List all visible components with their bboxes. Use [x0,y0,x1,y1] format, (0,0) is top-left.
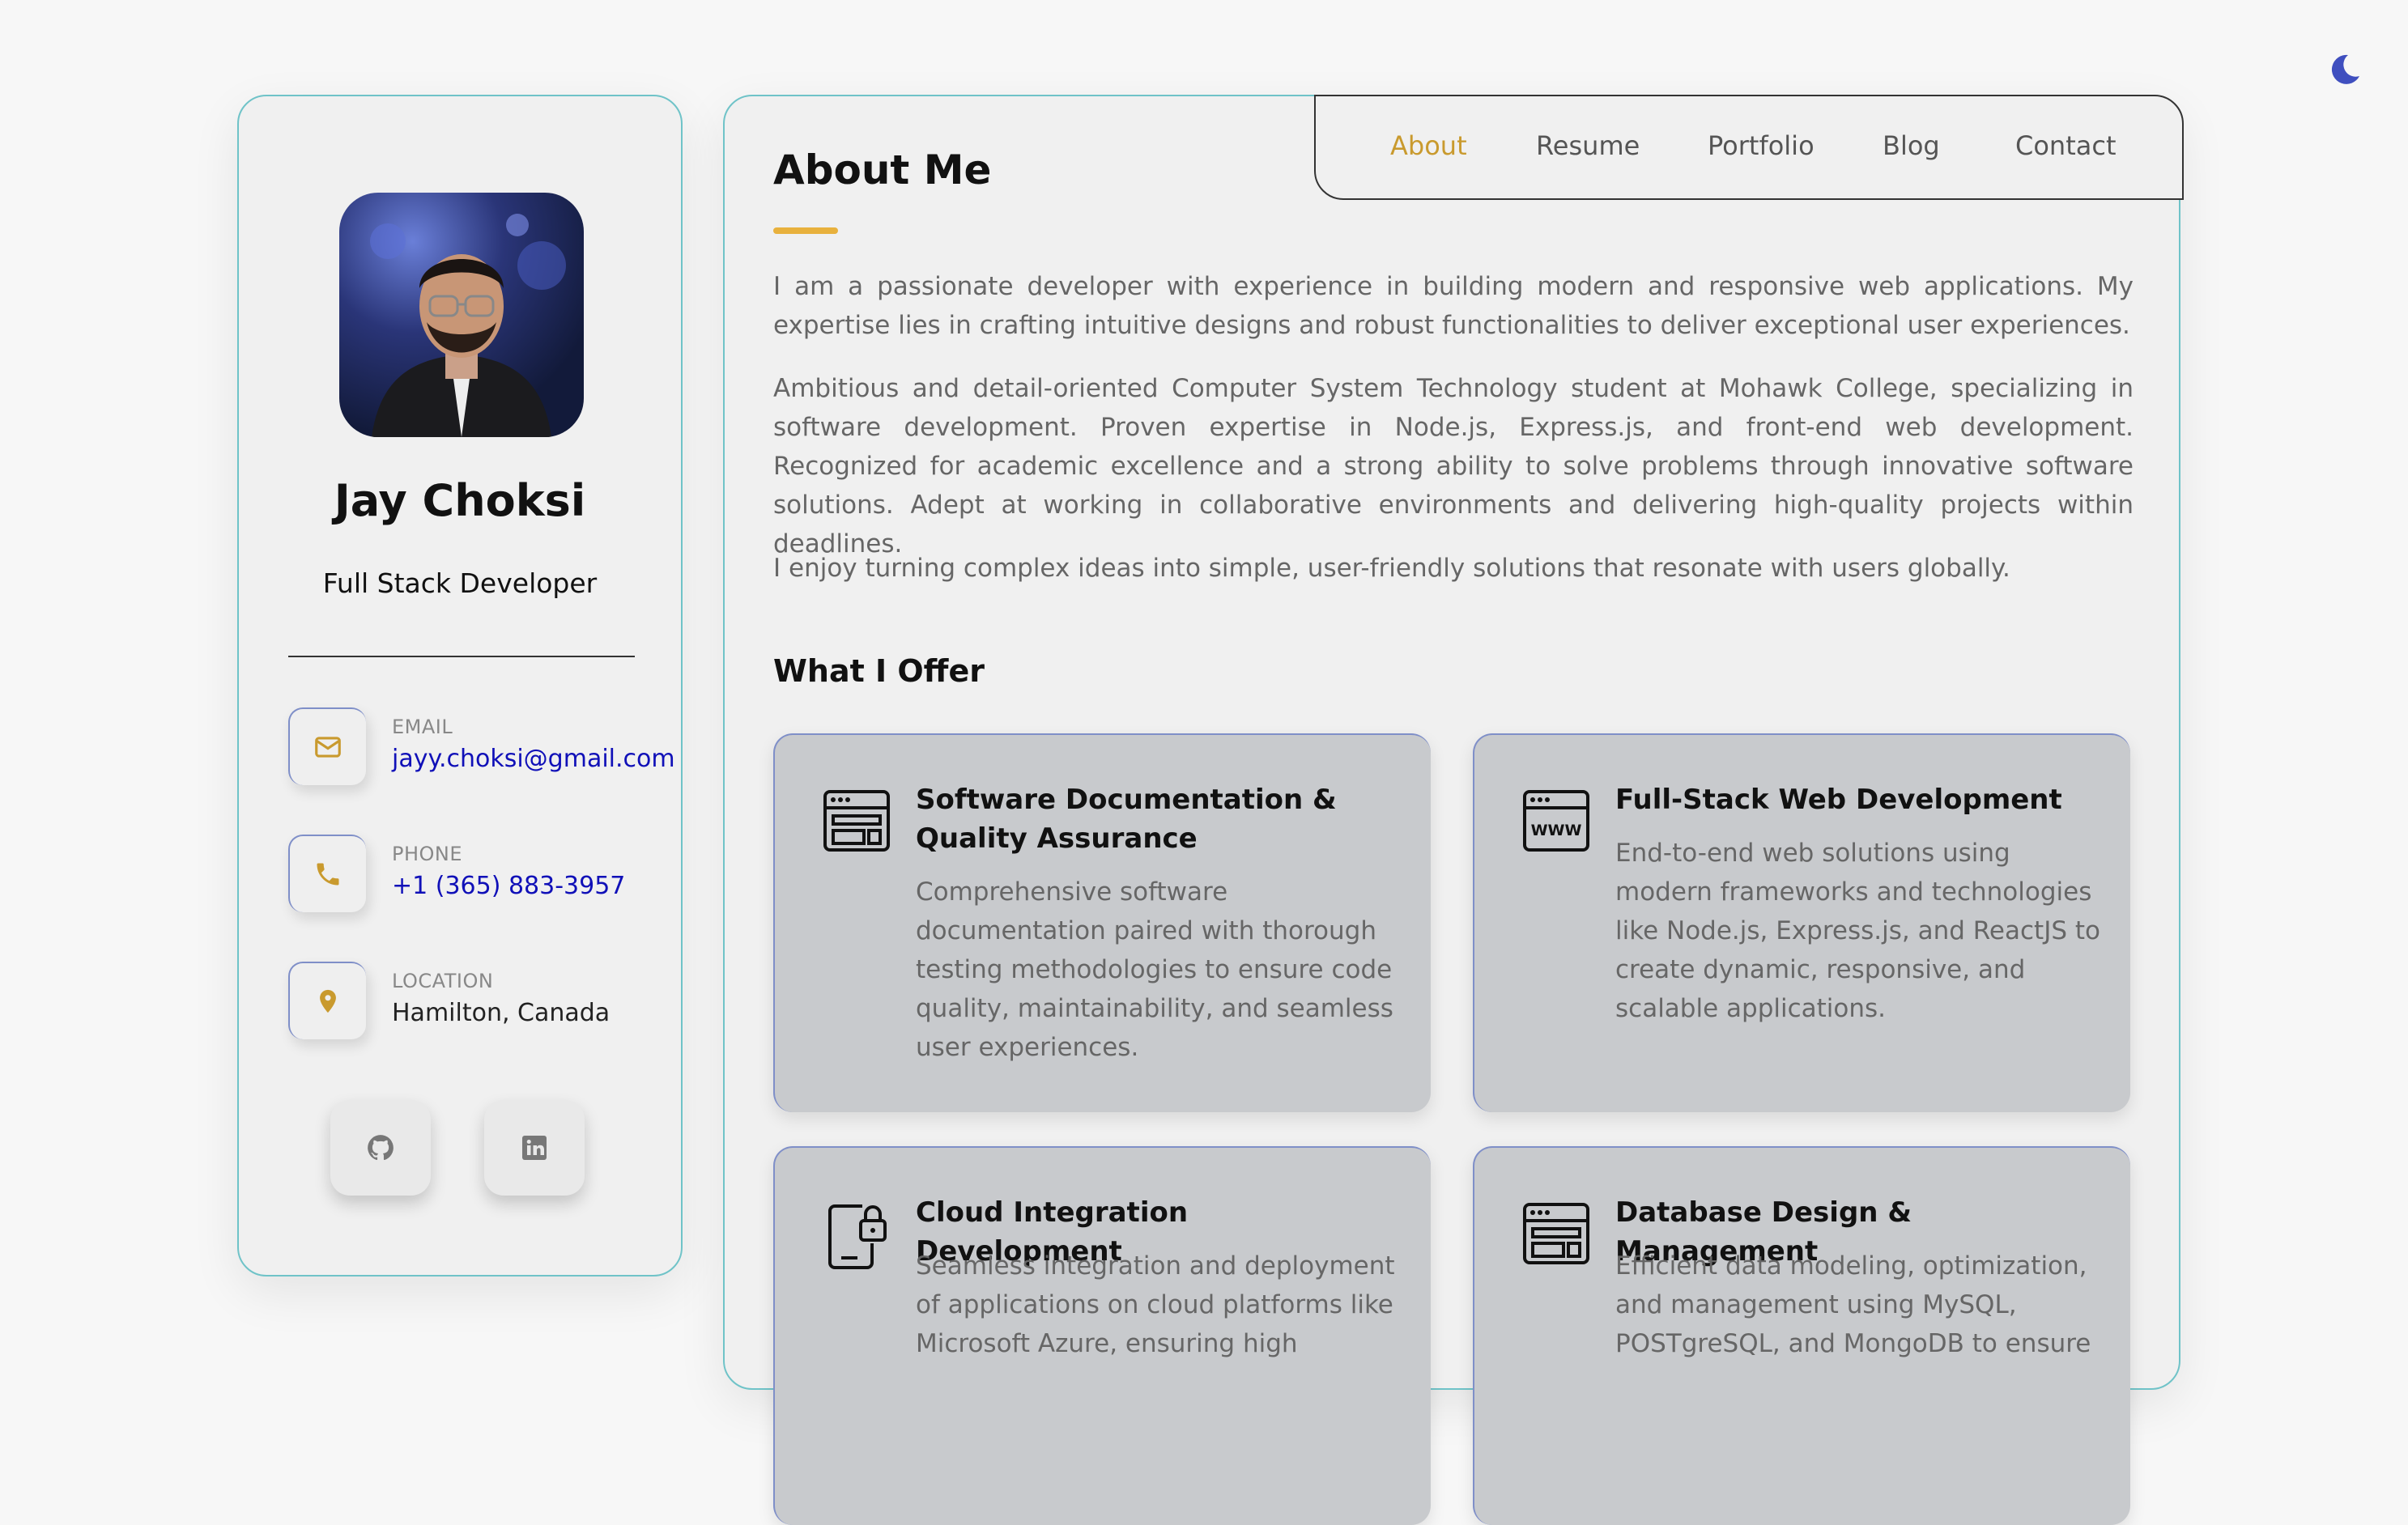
about-paragraph-2: Ambitious and detail-oriented Computer S… [773,374,2134,559]
browser-layout-icon [823,790,890,852]
location-pin-icon [288,962,366,1039]
offer-card-fullstack: WWW Full-Stack Web Development End-to-en… [1473,733,2130,1112]
card-title: Software Documentation & Quality Assuran… [916,784,1337,855]
contact-email: EMAIL jayy.choksi@gmail.com [288,707,675,785]
location-label: LOCATION [392,970,494,992]
email-label: EMAIL [392,716,453,738]
linkedin-icon [522,1136,547,1160]
moon-icon [2331,54,2359,84]
dark-mode-toggle[interactable] [2327,52,2363,87]
profile-role: Full Stack Developer [322,567,598,599]
offer-card-documentation: Software Documentation & Quality Assuran… [773,733,1431,1112]
linkedin-button[interactable] [484,1100,585,1196]
about-paragraph-3: I enjoy turning complex ideas into simpl… [773,554,2010,583]
github-button[interactable] [330,1100,431,1196]
profile-sidebar: Jay Choksi Full Stack Developer EMAIL ja… [237,95,683,1276]
database-layout-icon [1523,1203,1589,1264]
offer-section-title: What I Offer [773,653,985,689]
nav-contact[interactable]: Contact [2015,130,2117,161]
nav-blog[interactable]: Blog [1883,130,1940,161]
email-link[interactable]: jayy.choksi@gmail.com [392,745,675,773]
contact-phone: PHONE +1 (365) 883-3957 [288,835,669,912]
top-navigation: About Resume Portfolio Blog Contact [1314,95,2184,200]
phone-icon [288,835,366,912]
offer-card-database: Database Design & Management Efficient d… [1473,1146,2130,1525]
avatar [339,193,584,437]
offer-card-cloud: Cloud Integration Development Seamless i… [773,1146,1431,1525]
location-value: Hamilton, Canada [392,999,611,1027]
card-description: Seamless integration and deployment of a… [916,1251,1395,1358]
mail-icon [288,707,366,785]
nav-resume[interactable]: Resume [1536,130,1640,161]
profile-photo [370,214,566,437]
about-paragraph-1: I am a passionate developer with experie… [773,272,2134,340]
card-title: Full-Stack Web Development [1615,784,2062,816]
svg-text:WWW: WWW [1531,822,1582,839]
sidebar-divider [288,656,635,657]
cloud-lock-icon [828,1204,887,1269]
title-underline [773,227,838,234]
card-description: Comprehensive software documentation pai… [916,877,1393,1062]
profile-name: Jay Choksi [334,475,586,526]
phone-label: PHONE [392,843,463,865]
phone-link[interactable]: +1 (365) 883-3957 [392,872,625,900]
main-content: About Resume Portfolio Blog Contact Abou… [723,95,2184,1525]
nav-portfolio[interactable]: Portfolio [1708,130,1815,161]
nav-about[interactable]: About [1390,130,1467,161]
contact-location: LOCATION Hamilton, Canada [288,962,669,1039]
browser-www-icon: WWW [1523,790,1589,852]
card-description: Efficient data modeling, optimization, a… [1615,1251,2091,1358]
github-icon [368,1135,394,1161]
card-description: End-to-end web solutions using modern fr… [1615,839,2100,1023]
page-title: About Me [773,147,992,193]
